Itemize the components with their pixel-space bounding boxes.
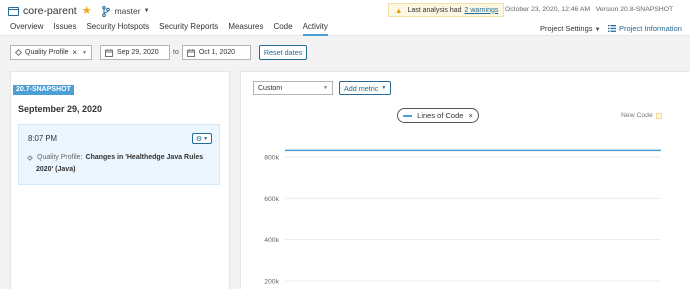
- analysis-history-panel: 20.7-SNAPSHOT September 29, 2020 8:07 PM…: [10, 71, 230, 289]
- graph-type-select[interactable]: Custom ▼: [253, 81, 333, 95]
- event-description: Quality Profile: Changes in 'Healthedge …: [27, 154, 204, 161]
- project-information-label: Project Information: [619, 24, 682, 33]
- y-tick-label: 600k: [264, 196, 279, 203]
- from-date-input[interactable]: Sep 29, 2020: [100, 45, 170, 60]
- nav-measures[interactable]: Measures: [228, 21, 263, 36]
- version-tag: 20.7-SNAPSHOT: [13, 85, 74, 95]
- category-filter-select[interactable]: Quality Profile × ▼: [10, 45, 92, 60]
- favorite-star-icon[interactable]: ★: [82, 5, 92, 17]
- version-label: Version 20.8-SNAPSHOT: [595, 6, 674, 13]
- warning-text: Last analysis had: [407, 6, 462, 14]
- gear-icon: ⚙: [195, 135, 203, 143]
- from-date-value: Sep 29, 2020: [117, 49, 159, 56]
- y-tick-label: 400k: [264, 237, 279, 244]
- nav-security-reports[interactable]: Security Reports: [159, 21, 218, 36]
- project-information-link[interactable]: Project Information: [608, 24, 682, 33]
- top-bar: core-parent ★ master ▼ Overview Issues S…: [0, 0, 690, 36]
- event-change-text: Changes in 'Healthedge Java Rules: [85, 154, 204, 161]
- analysis-meta: October 23, 2020, 12:46 AM Version 20.8-…: [505, 6, 673, 13]
- list-icon: [608, 25, 616, 32]
- graph-type-value: Custom: [258, 84, 283, 92]
- event-actions-button[interactable]: ⚙ ▼: [192, 133, 212, 144]
- project-breadcrumb: core-parent ★ master ▼: [8, 4, 150, 18]
- add-metric-button[interactable]: Add metric ▼: [339, 81, 392, 95]
- calendar-icon: [186, 48, 195, 57]
- legend-item-lines-of-code: Lines of Code ×: [397, 108, 479, 123]
- new-code-label: New Code: [621, 112, 653, 119]
- select-caret-icon: ▼: [82, 49, 87, 56]
- activity-filters: Quality Profile × ▼ Sep 29, 2020 to Oct …: [10, 45, 308, 60]
- event-time: 8:07 PM: [28, 134, 58, 143]
- warning-icon: ▲: [395, 5, 403, 15]
- project-name[interactable]: core-parent: [23, 5, 77, 17]
- select-caret-icon: ▼: [323, 85, 328, 91]
- chevron-down-icon: ▼: [203, 135, 209, 142]
- settings-caret-icon: ▼: [594, 27, 601, 33]
- project-settings-label: Project Settings: [540, 24, 593, 33]
- legend-label: Lines of Code: [417, 111, 464, 120]
- to-date-value: Oct 1, 2020: [198, 49, 236, 56]
- analysis-warning-banner: ▲ Last analysis had 2 warnings: [388, 3, 505, 17]
- category-filter-value: Quality Profile: [25, 49, 69, 56]
- new-code-legend: New Code: [621, 112, 662, 119]
- branch-icon: [101, 5, 110, 17]
- event-change-text-cont: 2020' (Java): [36, 166, 76, 173]
- nav-security-hotspots[interactable]: Security Hotspots: [86, 21, 149, 36]
- y-tick-label: 800k: [264, 155, 279, 162]
- calendar-icon: [105, 48, 113, 57]
- diamond-icon: [14, 48, 23, 57]
- branch-caret-icon[interactable]: ▼: [144, 8, 150, 14]
- nav-overview[interactable]: Overview: [10, 21, 43, 36]
- legend-line-swatch: [403, 114, 413, 117]
- event-category: Quality Profile:: [37, 154, 83, 161]
- y-tick-label: 200k: [264, 279, 279, 286]
- lines-of-code-chart: 800k 600k 400k 200k: [264, 149, 661, 286]
- new-code-swatch: [655, 112, 662, 119]
- clear-filter-icon[interactable]: ×: [72, 48, 77, 57]
- to-label: to: [173, 49, 179, 56]
- branch-selector[interactable]: master: [115, 6, 141, 16]
- project-icon: [8, 6, 19, 16]
- reset-dates-button[interactable]: Reset dates: [258, 45, 308, 60]
- history-date-heading: September 29, 2020: [18, 104, 103, 114]
- remove-metric-icon[interactable]: ×: [468, 111, 472, 120]
- diamond-icon: [27, 154, 33, 161]
- nav-code[interactable]: Code: [273, 21, 292, 36]
- chevron-down-icon: ▼: [381, 85, 387, 91]
- nav-issues[interactable]: Issues: [53, 21, 76, 36]
- add-metric-label: Add metric: [344, 83, 379, 93]
- graph-panel: 800k 600k 400k 200k Custom ▼ Add metric ▼ L…: [240, 71, 690, 289]
- analysis-date: October 23, 2020, 12:46 AM: [505, 6, 591, 13]
- project-nav: Overview Issues Security Hotspots Securi…: [10, 21, 338, 36]
- project-settings-menu[interactable]: Project Settings ▼: [540, 24, 601, 33]
- to-date-input[interactable]: Oct 1, 2020: [181, 45, 251, 60]
- analysis-event: 8:07 PM ⚙ ▼ Quality Profile: Changes in …: [18, 124, 220, 185]
- nav-activity[interactable]: Activity: [302, 21, 328, 36]
- warnings-link[interactable]: 2 warnings: [465, 7, 499, 14]
